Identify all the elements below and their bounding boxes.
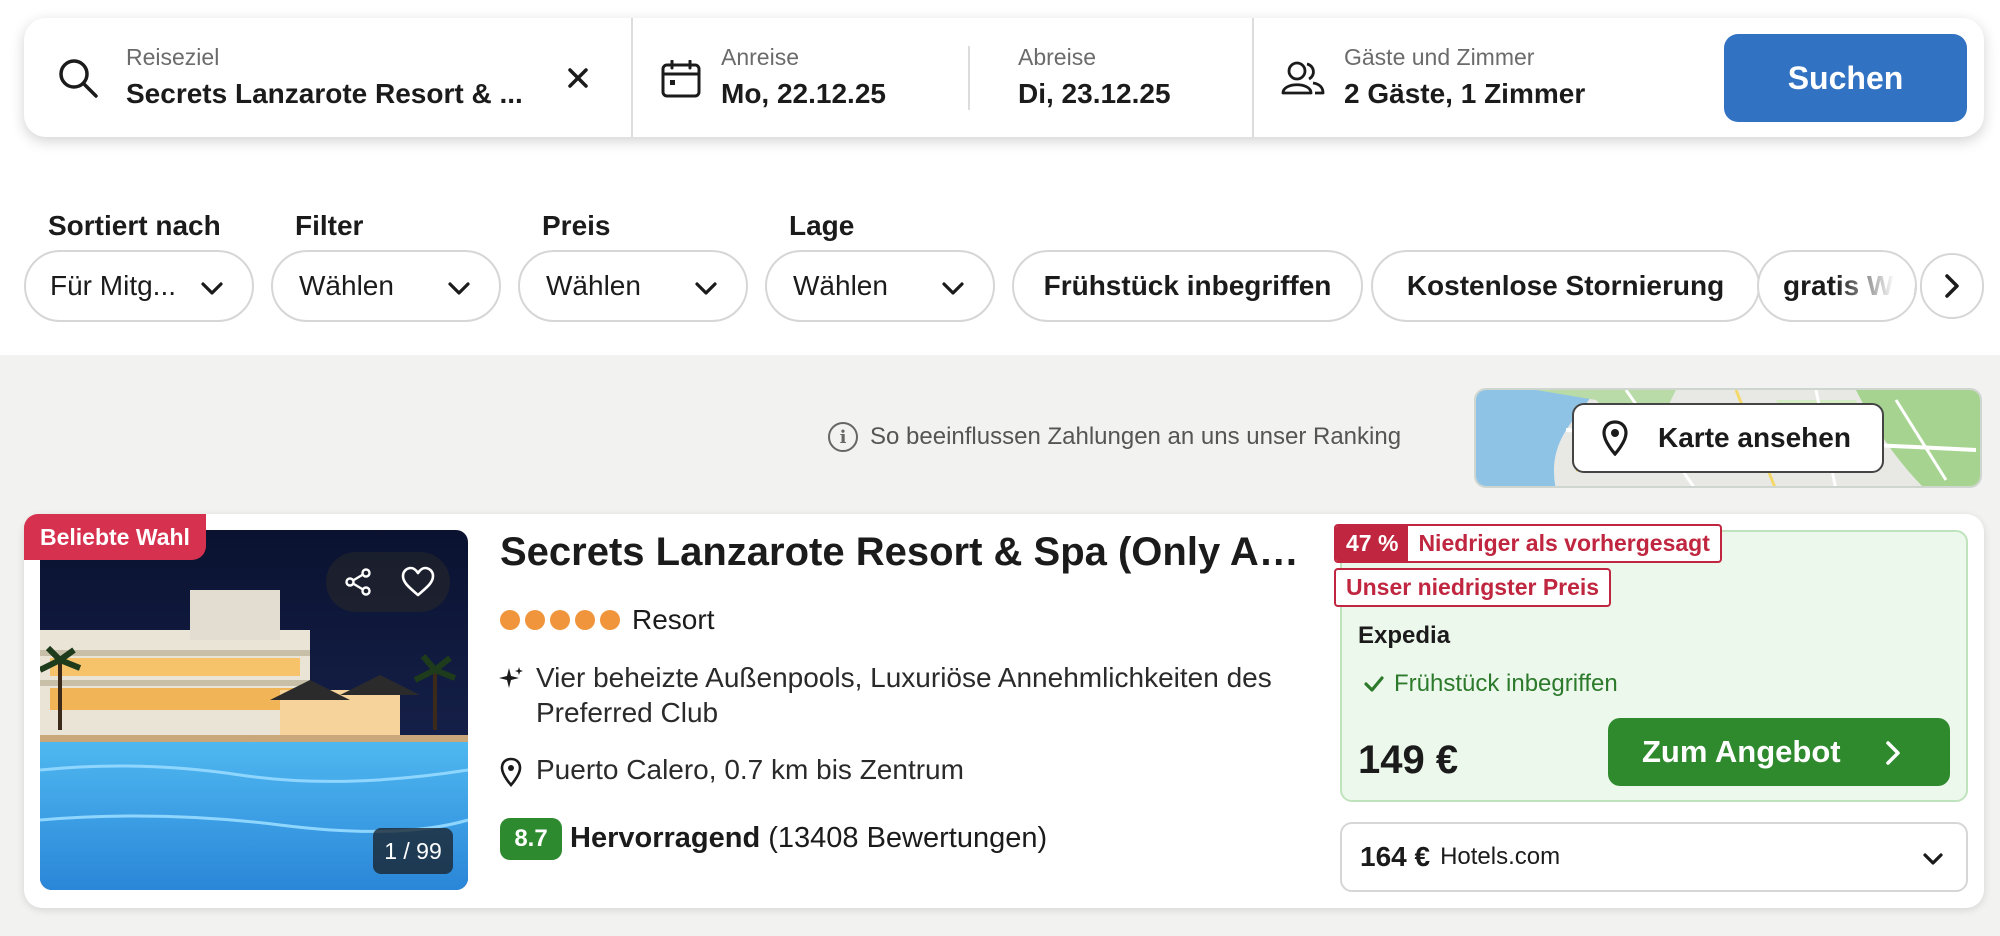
location-value: Wählen bbox=[793, 270, 888, 301]
discount-text: Niedriger als vorhergesagt bbox=[1418, 530, 1710, 556]
lowest-price-text: Unser niedrigster Preis bbox=[1346, 574, 1600, 600]
chevron-right-icon bbox=[1945, 274, 1959, 298]
quick-filter-free-cancellation[interactable]: Kostenlose Stornierung bbox=[1371, 250, 1760, 322]
chevron-down-icon bbox=[448, 282, 470, 295]
destination-field[interactable]: Reiseziel Secrets Lanzarote Resort & ... bbox=[24, 18, 631, 137]
price-dropdown[interactable]: Wählen bbox=[518, 250, 748, 322]
amenities-text: Vier beheizte Außenpools, Luxuriöse Anne… bbox=[536, 662, 1272, 728]
sort-dropdown[interactable]: Für Mitg... bbox=[24, 250, 254, 322]
location-label: Lage bbox=[789, 210, 855, 241]
guests-field[interactable]: Gäste und Zimmer 2 Gäste, 1 Zimmer bbox=[1254, 18, 1694, 137]
sparkle-icon bbox=[499, 667, 523, 688]
search-bar: Reiseziel Secrets Lanzarote Resort & ...… bbox=[24, 18, 1984, 137]
calendar-icon bbox=[661, 60, 701, 98]
star-dot bbox=[575, 610, 595, 630]
alt-offer-price: 164 € bbox=[1360, 841, 1431, 872]
deal-provider: Expedia bbox=[1358, 622, 1451, 649]
price-label: Preis bbox=[542, 210, 611, 241]
location-pin-icon bbox=[1602, 420, 1628, 456]
fade-overlay bbox=[1835, 252, 1915, 320]
checkin-label: Anreise bbox=[721, 44, 799, 70]
breakfast-included: Frühstück inbegriffen bbox=[1364, 670, 1618, 698]
view-map-button[interactable]: Karte ansehen bbox=[1572, 403, 1884, 473]
alt-offer-provider: Hotels.com bbox=[1440, 843, 1561, 870]
guests-value: 2 Gäste, 1 Zimmer bbox=[1344, 78, 1586, 109]
chevron-down-icon bbox=[942, 282, 964, 295]
checkmark-icon bbox=[1364, 676, 1384, 692]
rating-word: Hervorragend bbox=[570, 822, 761, 854]
sort-value: Für Mitg... bbox=[50, 270, 177, 301]
star-rating bbox=[500, 610, 620, 630]
price-value: Wählen bbox=[546, 270, 641, 301]
sort-label: Sortiert nach bbox=[48, 210, 221, 241]
destination-label: Reiseziel bbox=[126, 44, 220, 70]
popular-choice-badge: Beliebte Wahl bbox=[24, 514, 206, 560]
scroll-right-button[interactable] bbox=[1920, 253, 1984, 319]
quick-filter-breakfast[interactable]: Frühstück inbegriffen bbox=[1012, 250, 1363, 322]
star-dot bbox=[525, 610, 545, 630]
share-icon[interactable] bbox=[344, 568, 372, 596]
chevron-down-icon bbox=[695, 282, 717, 295]
location-dropdown[interactable]: Wählen bbox=[765, 250, 995, 322]
heart-icon[interactable] bbox=[400, 566, 436, 598]
chevron-down-icon bbox=[1923, 853, 1943, 865]
photo-counter: 1 / 99 bbox=[373, 828, 453, 874]
rating-summary[interactable]: Hervorragend (13408 Bewertungen) bbox=[570, 822, 1047, 855]
info-icon: i bbox=[828, 422, 858, 452]
chevron-down-icon bbox=[201, 282, 223, 295]
deal-price: 149 € bbox=[1358, 738, 1459, 782]
view-deal-label: Zum Angebot bbox=[1642, 734, 1841, 769]
breakfast-text: Frühstück inbegriffen bbox=[1394, 670, 1618, 697]
filter-dropdown[interactable]: Wählen bbox=[271, 250, 501, 322]
chevron-right-icon bbox=[1886, 741, 1900, 765]
alternative-offer-dropdown[interactable]: 164 € Hotels.com bbox=[1340, 822, 1968, 892]
search-icon bbox=[59, 59, 98, 98]
checkout-field[interactable]: Abreise Di, 23.12.25 bbox=[970, 18, 1252, 137]
checkin-field[interactable]: Anreise Mo, 22.12.25 bbox=[633, 18, 993, 137]
checkout-value: Di, 23.12.25 bbox=[1018, 78, 1171, 109]
quick-filter-wifi[interactable]: gratis WLAN bbox=[1757, 250, 1917, 322]
photo-actions bbox=[326, 552, 450, 612]
ranking-info-text: So beeinflussen Zahlungen an uns unser R… bbox=[870, 423, 1402, 450]
filter-label: Filter bbox=[295, 210, 364, 241]
filter-value: Wählen bbox=[299, 270, 394, 301]
destination-value: Secrets Lanzarote Resort & ... bbox=[126, 78, 523, 109]
hotel-type: Resort bbox=[632, 604, 715, 635]
rating-score-badge: 8.7 bbox=[500, 818, 562, 860]
checkin-value: Mo, 22.12.25 bbox=[721, 78, 886, 109]
location-text: Puerto Calero, 0.7 km bis Zentrum bbox=[536, 754, 964, 785]
discount-tag: 47 % Niedriger als vorhergesagt bbox=[1334, 524, 1722, 563]
guests-label: Gäste und Zimmer bbox=[1344, 44, 1535, 70]
search-button[interactable]: Suchen bbox=[1724, 34, 1967, 122]
checkout-label: Abreise bbox=[1018, 44, 1096, 70]
hotel-title[interactable]: Secrets Lanzarote Resort & Spa (Only Ad.… bbox=[500, 530, 1300, 575]
ranking-info-link[interactable]: i So beeinflussen Zahlungen an uns unser… bbox=[828, 422, 1401, 452]
view-deal-button[interactable]: Zum Angebot bbox=[1608, 718, 1950, 786]
star-dot bbox=[500, 610, 520, 630]
star-dot bbox=[600, 610, 620, 630]
clear-icon[interactable] bbox=[566, 66, 590, 90]
discount-percent: 47 % bbox=[1336, 526, 1409, 561]
location-pin-icon bbox=[500, 757, 522, 787]
lowest-price-tag: Unser niedrigster Preis bbox=[1334, 568, 1612, 607]
rating-count: (13408 Bewertungen) bbox=[768, 822, 1048, 854]
guests-icon bbox=[1281, 61, 1325, 95]
view-map-label: Karte ansehen bbox=[1658, 422, 1851, 453]
star-dot bbox=[550, 610, 570, 630]
